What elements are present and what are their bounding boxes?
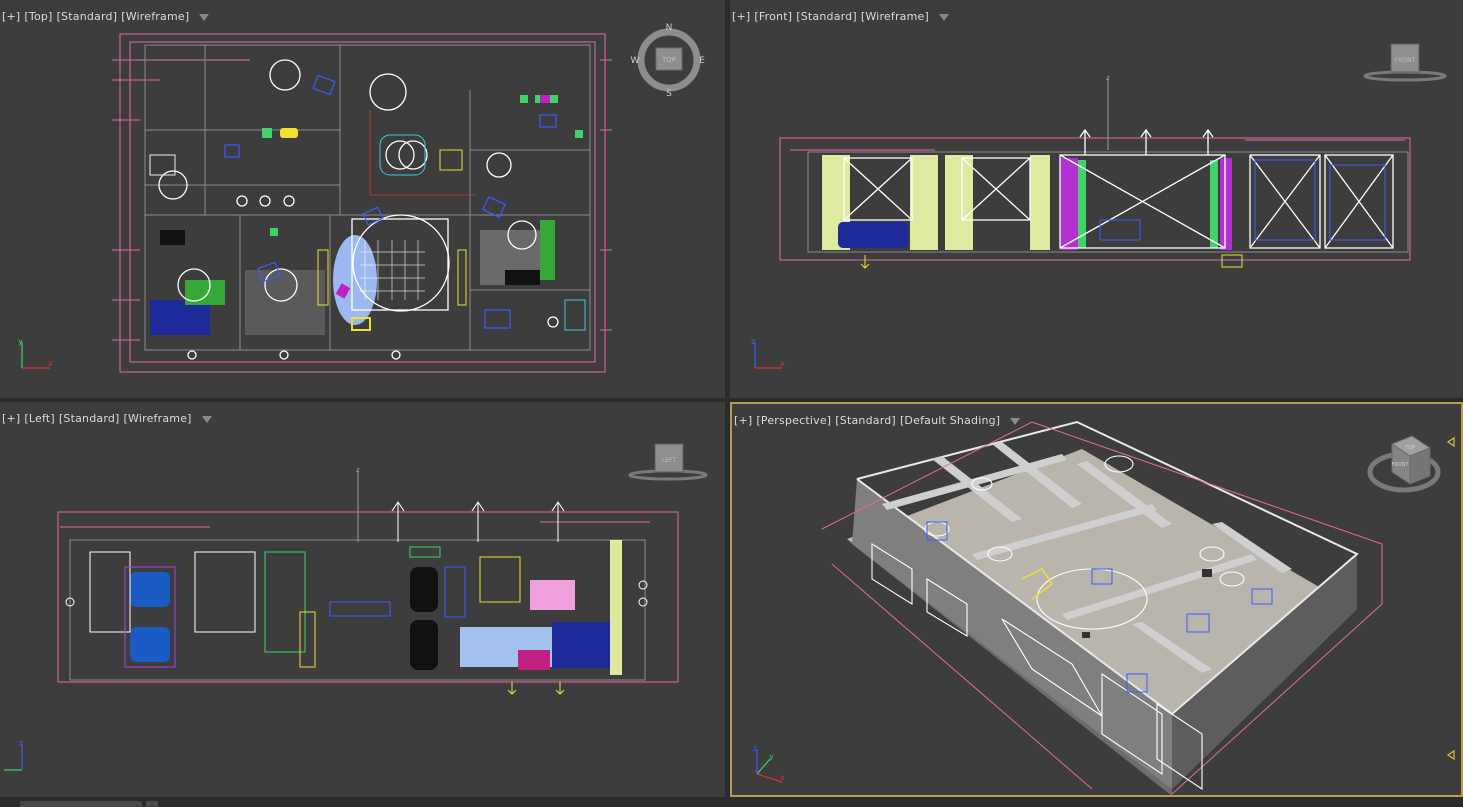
viewport-left[interactable]: [+] [Left] [Standard] [Wireframe] z LEFT… — [0, 402, 725, 797]
axis-tripod: x y — [18, 337, 53, 369]
axis-tripod: x z — [751, 337, 785, 369]
perspective-3d-model: TOP FRONT x y z — [753, 420, 1455, 795]
time-slider-next[interactable] — [146, 801, 158, 807]
svg-text:z: z — [19, 739, 23, 748]
svg-text:z: z — [751, 337, 755, 346]
viewport-top[interactable]: [+] [Top] [Standard] [Wireframe] TOP N S… — [0, 0, 725, 398]
viewcube-perspective[interactable]: TOP FRONT — [1367, 435, 1441, 493]
svg-text:x: x — [48, 359, 53, 368]
svg-text:y: y — [18, 337, 23, 346]
svg-text:W: W — [631, 56, 640, 66]
viewcube-top-face: TOP — [661, 56, 676, 64]
time-slider[interactable] — [20, 801, 142, 807]
svg-text:FRONT: FRONT — [1395, 57, 1416, 64]
svg-text:y: y — [769, 752, 774, 761]
svg-text:FRONT: FRONT — [1391, 462, 1409, 468]
svg-text:E: E — [699, 56, 705, 66]
svg-text:LEFT: LEFT — [662, 457, 676, 464]
viewport-front[interactable]: [+] [Front] [Standard] [Wireframe] z FRO… — [730, 0, 1463, 398]
axis-tripod: z — [4, 739, 23, 771]
viewcube-front[interactable]: FRONT — [1363, 43, 1447, 82]
svg-text:z: z — [1106, 74, 1110, 82]
viewcube-left[interactable]: LEFT — [628, 443, 708, 481]
axis-tripod: x y z — [753, 744, 785, 783]
front-elevation-wireframe: z FRONT x z — [751, 43, 1447, 369]
svg-text:x: x — [780, 359, 785, 368]
bottom-scroll-bar — [0, 797, 1463, 807]
svg-text:S: S — [666, 89, 672, 99]
viewcube-compass[interactable]: TOP N S E W — [631, 23, 706, 99]
viewport-perspective[interactable]: [+] [Perspective] [Standard] [Default Shadi… — [730, 402, 1463, 797]
left-elevation-wireframe: z LEFT z — [4, 443, 708, 771]
svg-text:TOP: TOP — [1404, 445, 1415, 451]
top-plan-wireframe: TOP N S E W x y — [18, 23, 706, 373]
svg-text:z: z — [753, 744, 757, 753]
svg-text:x: x — [780, 773, 785, 782]
svg-text:z: z — [356, 466, 360, 474]
svg-text:N: N — [666, 23, 673, 33]
